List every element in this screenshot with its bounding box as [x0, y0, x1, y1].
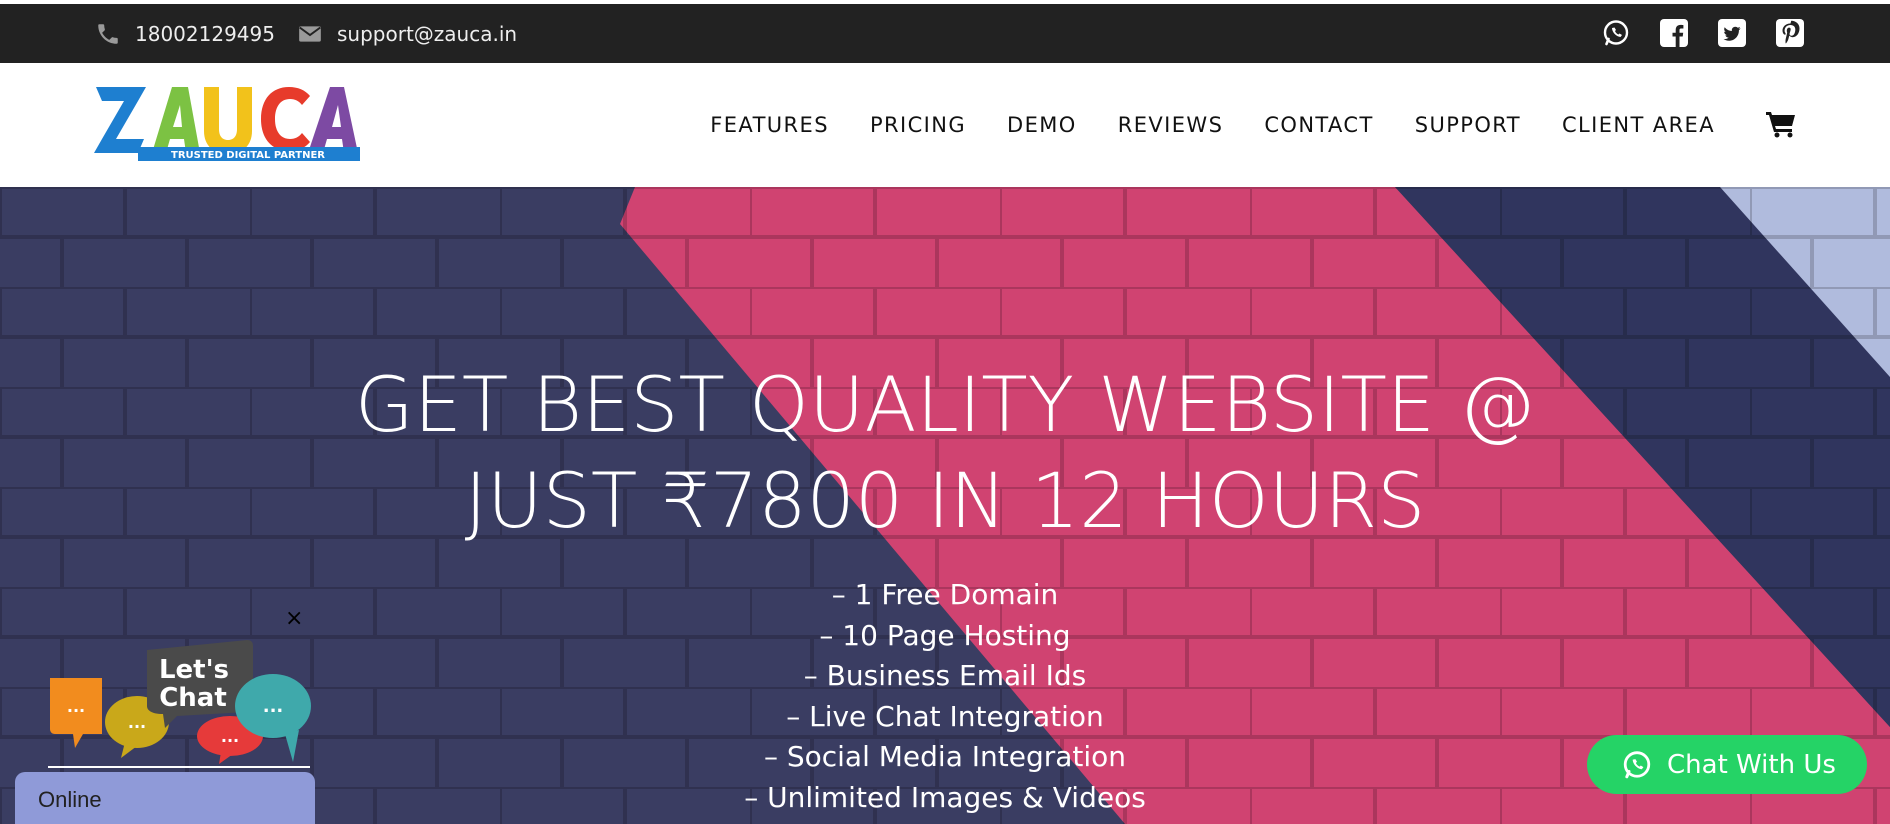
online-status-bar[interactable]: Online	[15, 772, 315, 824]
chat-bubble-icon: ...	[50, 678, 102, 748]
hero-title: GET BEST QUALITY WEBSITE @ JUST ₹7800 IN…	[0, 357, 1890, 549]
lets-chat-text-1: Let's	[159, 655, 229, 685]
nav-client-area[interactable]: CLIENT AREA	[1562, 113, 1715, 137]
feature-item: – 1 Free Domain	[831, 578, 1059, 611]
nav-support[interactable]: SUPPORT	[1415, 113, 1521, 137]
phone-number[interactable]: 18002129495	[135, 22, 275, 46]
phone-icon	[98, 23, 118, 44]
whatsapp-icon[interactable]	[1602, 19, 1630, 47]
close-chat-widget-button[interactable]: ×	[285, 606, 303, 631]
divider	[48, 766, 310, 768]
online-label: Online	[38, 787, 102, 812]
whatsapp-chat-button[interactable]: Chat With Us	[1587, 735, 1867, 794]
main-nav: FEATURES PRICING DEMO REVIEWS CONTACT SU…	[710, 63, 1715, 187]
whatsapp-icon	[1623, 751, 1651, 779]
lets-chat-widget[interactable]: ... ... Let's Chat ... ...	[45, 632, 315, 772]
hero-title-line1: GET BEST QUALITY WEBSITE @	[354, 360, 1536, 449]
svg-text:...: ...	[128, 713, 146, 732]
shopping-cart-icon[interactable]	[1766, 110, 1796, 138]
email-address[interactable]: support@zauca.in	[337, 22, 517, 46]
svg-text:...: ...	[263, 696, 284, 717]
envelope-icon	[299, 25, 321, 42]
svg-text:...: ...	[221, 727, 239, 746]
whatsapp-chat-label: Chat With Us	[1667, 749, 1836, 780]
nav-reviews[interactable]: REVIEWS	[1118, 113, 1224, 137]
phone-contact[interactable]: 18002129495	[95, 4, 275, 63]
hero-title-line2: JUST ₹7800 IN 12 HOURS	[464, 456, 1426, 545]
svg-text:...: ...	[67, 697, 85, 716]
site-header: TRUSTED DIGITAL PARTNER FEATURES PRICING…	[0, 63, 1890, 187]
nav-pricing[interactable]: PRICING	[870, 113, 966, 137]
nav-features[interactable]: FEATURES	[710, 113, 829, 137]
social-links	[1602, 19, 1804, 47]
logo-tagline: TRUSTED DIGITAL PARTNER	[171, 150, 325, 161]
zauca-logo[interactable]: TRUSTED DIGITAL PARTNER	[94, 83, 360, 165]
email-contact[interactable]: support@zauca.in	[297, 4, 517, 63]
twitter-icon[interactable]	[1718, 19, 1746, 47]
facebook-icon[interactable]	[1660, 19, 1688, 47]
nav-demo[interactable]: DEMO	[1007, 113, 1077, 137]
top-bar: 18002129495 support@zauca.in	[0, 0, 1890, 63]
nav-contact[interactable]: CONTACT	[1264, 113, 1373, 137]
pinterest-icon[interactable]	[1776, 19, 1804, 47]
lets-chat-text-2: Chat	[159, 683, 227, 713]
